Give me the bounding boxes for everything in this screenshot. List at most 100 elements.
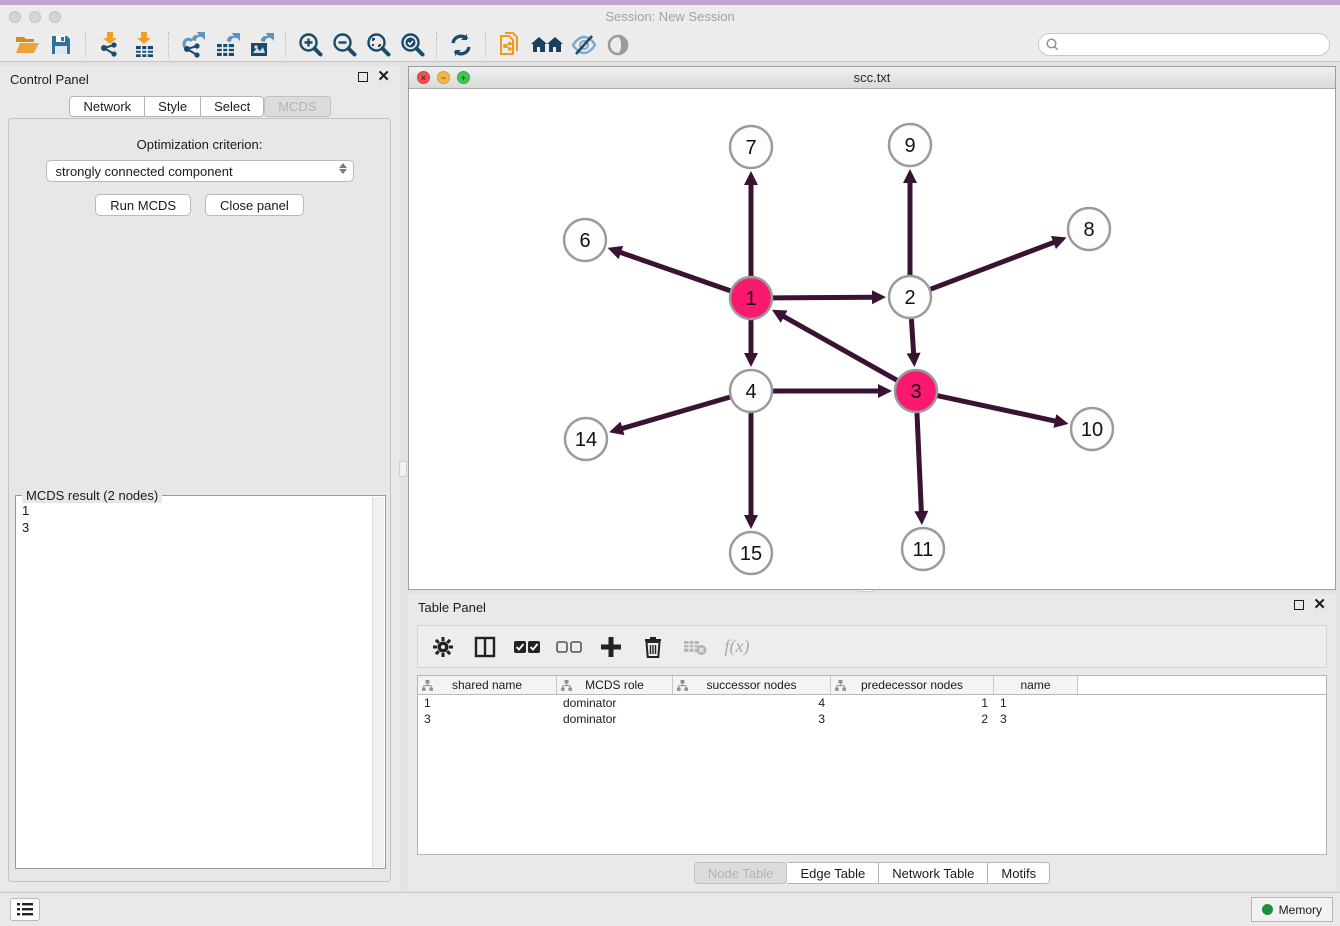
gear-icon[interactable] [430, 634, 456, 660]
table-row[interactable]: 3 dominator 3 2 3 [418, 711, 1326, 727]
task-history-button[interactable] [10, 898, 40, 921]
vertical-splitter-handle[interactable] [399, 461, 407, 477]
function-builder-icon[interactable]: f(x) [724, 634, 750, 660]
search-input[interactable] [1038, 33, 1330, 56]
chevron-up-down-icon [339, 163, 347, 174]
cell-shared-name[interactable]: 3 [418, 712, 557, 726]
mcds-result-box: MCDS result (2 nodes) 1 3 [15, 495, 386, 869]
graph-edge-1-2[interactable] [773, 297, 874, 298]
graph-edge-3-11[interactable] [917, 413, 921, 513]
result-scrollbar[interactable] [372, 497, 384, 867]
toolbar-separator [168, 32, 169, 58]
graph-edge-3-10[interactable] [938, 396, 1057, 422]
graph-edge-2-3[interactable] [911, 319, 913, 355]
graph-node-label: 6 [579, 230, 590, 252]
import-network-icon[interactable] [93, 31, 127, 59]
table-row[interactable]: 1 dominator 4 1 1 [418, 695, 1326, 711]
float-panel-icon[interactable] [358, 72, 368, 82]
graph-edge-arrowhead [914, 511, 928, 525]
cell-predecessor-nodes[interactable]: 1 [831, 696, 994, 710]
cell-successor-nodes[interactable]: 3 [673, 712, 831, 726]
app-titlebar: Session: New Session [0, 5, 1340, 28]
cell-mcds-role[interactable]: dominator [557, 696, 673, 710]
save-session-icon[interactable] [44, 31, 78, 59]
tree-column-icon [561, 680, 572, 694]
optimization-criterion-value: strongly connected component [56, 164, 233, 179]
network-overview-icon[interactable] [527, 31, 567, 59]
export-image-icon[interactable] [244, 31, 278, 59]
network-view-title: scc.txt [409, 70, 1335, 85]
table-panel: Table Panel ✕ f(x) [408, 594, 1336, 890]
table-panel-title: Table Panel [418, 600, 486, 615]
close-panel-icon[interactable]: ✕ [377, 72, 390, 82]
graph-edge-arrowhead [609, 422, 624, 435]
column-header-name[interactable]: name [994, 676, 1078, 694]
tab-network[interactable]: Network [69, 96, 145, 117]
run-mcds-button[interactable]: Run MCDS [95, 194, 191, 216]
tab-edge-table[interactable]: Edge Table [787, 862, 879, 884]
tree-column-icon [422, 680, 433, 694]
toolbar-separator [485, 32, 486, 58]
export-table-icon[interactable] [210, 31, 244, 59]
app-title: Session: New Session [0, 9, 1340, 24]
zoom-in-icon[interactable] [293, 31, 327, 59]
column-header-mcds-role[interactable]: MCDS role [557, 676, 673, 694]
graph-edge-3-1[interactable] [782, 316, 896, 381]
close-panel-button[interactable]: Close panel [205, 194, 304, 216]
zoom-selected-icon[interactable] [395, 31, 429, 59]
tab-node-table[interactable]: Node Table [694, 862, 788, 884]
memory-button[interactable]: Memory [1251, 897, 1333, 922]
open-file-icon[interactable] [10, 31, 44, 59]
control-panel: Control Panel ✕ Network Style Select MCD… [0, 66, 400, 890]
tab-motifs[interactable]: Motifs [988, 862, 1050, 884]
column-header-shared-name[interactable]: shared name [418, 676, 557, 694]
graph-edge-2-8[interactable] [931, 242, 1056, 289]
network-window-titlebar[interactable]: × − + scc.txt [409, 67, 1335, 89]
clone-network-icon[interactable] [493, 31, 527, 59]
graph-node-label: 2 [904, 287, 915, 309]
cell-name[interactable]: 3 [994, 712, 1078, 726]
toolbar-separator [436, 32, 437, 58]
delete-row-icon[interactable] [640, 634, 666, 660]
column-header-predecessor-nodes[interactable]: predecessor nodes [831, 676, 994, 694]
tab-style[interactable]: Style [145, 96, 201, 117]
add-row-icon[interactable] [598, 634, 624, 660]
deselect-all-icon[interactable] [556, 634, 582, 660]
mcds-tab-content: Optimization criterion: strongly connect… [8, 118, 391, 882]
export-network-icon[interactable] [176, 31, 210, 59]
tab-select[interactable]: Select [201, 96, 264, 117]
graph-edge-4-14[interactable] [621, 397, 730, 429]
cell-predecessor-nodes[interactable]: 2 [831, 712, 994, 726]
delete-table-icon[interactable] [682, 634, 708, 660]
show-graphics-details-icon[interactable] [601, 31, 635, 59]
refresh-icon[interactable] [444, 31, 478, 59]
tab-network-table[interactable]: Network Table [879, 862, 988, 884]
graph-edge-arrowhead [1053, 414, 1068, 428]
optimization-criterion-select[interactable]: strongly connected component [46, 160, 354, 182]
network-canvas[interactable]: 7968124314101511 [409, 89, 1335, 589]
graph-node-label: 1 [745, 288, 756, 310]
import-table-icon[interactable] [127, 31, 161, 59]
network-graph[interactable]: 7968124314101511 [409, 89, 1335, 589]
graph-edge-1-6[interactable] [619, 252, 730, 291]
graph-edge-arrowhead [878, 384, 892, 398]
mcds-result-text[interactable]: 1 3 [18, 502, 371, 866]
float-table-panel-icon[interactable] [1294, 600, 1304, 610]
memory-label: Memory [1279, 903, 1322, 917]
column-settings-icon[interactable] [472, 634, 498, 660]
tab-mcds[interactable]: MCDS [264, 96, 330, 117]
column-header-successor-nodes[interactable]: successor nodes [673, 676, 831, 694]
toolbar-separator [285, 32, 286, 58]
zoom-fit-icon[interactable] [361, 31, 395, 59]
close-table-panel-icon[interactable]: ✕ [1313, 600, 1326, 610]
cell-name[interactable]: 1 [994, 696, 1078, 710]
graph-node-label: 4 [745, 381, 756, 403]
graph-node-label: 10 [1081, 419, 1103, 441]
graph-edge-arrowhead [744, 515, 758, 529]
hide-panel-icon[interactable] [567, 31, 601, 59]
cell-successor-nodes[interactable]: 4 [673, 696, 831, 710]
cell-mcds-role[interactable]: dominator [557, 712, 673, 726]
zoom-out-icon[interactable] [327, 31, 361, 59]
select-all-icon[interactable] [514, 634, 540, 660]
cell-shared-name[interactable]: 1 [418, 696, 557, 710]
